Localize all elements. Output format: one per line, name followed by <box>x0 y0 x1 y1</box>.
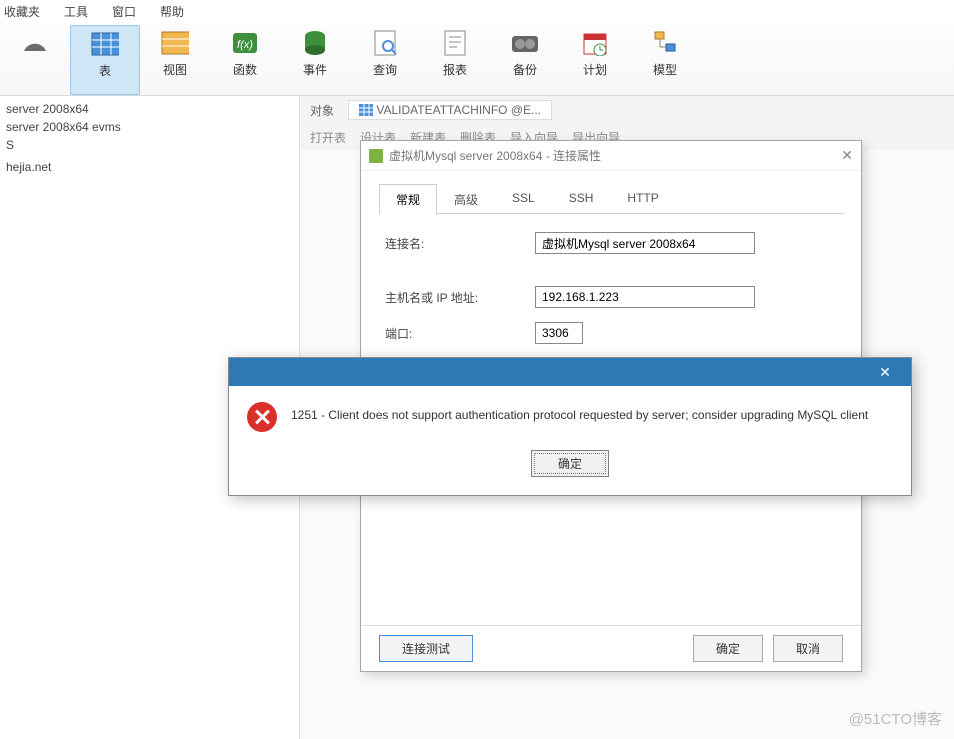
tool-event-label: 事件 <box>303 61 327 78</box>
error-close-icon[interactable]: ✕ <box>865 361 905 383</box>
schedule-icon <box>581 29 609 57</box>
error-body: 1251 - Client does not support authentic… <box>229 386 911 442</box>
action-open-table[interactable]: 打开表 <box>310 129 346 146</box>
table-icon <box>91 30 119 58</box>
tree-item[interactable]: S <box>6 136 293 154</box>
menu-bar: 收藏夹 工具 窗口 帮助 <box>0 0 954 22</box>
object-tab[interactable]: VALIDATEATTACHINFO @E... <box>348 100 552 120</box>
tool-schedule[interactable]: 计划 <box>560 25 630 95</box>
tool-view[interactable]: 视图 <box>140 25 210 95</box>
backup-icon <box>511 29 539 57</box>
cancel-button[interactable]: 取消 <box>773 635 843 662</box>
tool-backup[interactable]: 备份 <box>490 25 560 95</box>
tool-report-label: 报表 <box>443 61 467 78</box>
menu-window[interactable]: 窗口 <box>112 3 136 20</box>
ok-button[interactable]: 确定 <box>693 635 763 662</box>
tool-query-label: 查询 <box>373 61 397 78</box>
error-message: 1251 - Client does not support authentic… <box>291 402 868 424</box>
dialog-title: 虚拟机Mysql server 2008x64 - 连接属性 <box>389 147 601 164</box>
view-icon <box>161 29 189 57</box>
tab-ssh[interactable]: SSH <box>552 184 611 214</box>
tool-connection[interactable] <box>0 25 70 95</box>
tool-table-label: 表 <box>99 62 111 79</box>
conn-name-input[interactable] <box>535 232 755 254</box>
tab-advanced[interactable]: 高级 <box>437 184 495 214</box>
tab-ssl[interactable]: SSL <box>495 184 552 214</box>
tool-model-label: 模型 <box>653 61 677 78</box>
menu-help[interactable]: 帮助 <box>160 3 184 20</box>
tree-item[interactable]: server 2008x64 <box>6 100 293 118</box>
error-ok-button[interactable]: 确定 <box>531 450 609 477</box>
error-buttons: 确定 <box>229 442 911 495</box>
port-label: 端口: <box>385 325 535 342</box>
dialog-titlebar[interactable]: 虚拟机Mysql server 2008x64 - 连接属性 ✕ <box>361 141 861 171</box>
error-icon <box>247 402 277 432</box>
query-icon <box>371 29 399 57</box>
event-icon <box>301 29 329 57</box>
tool-schedule-label: 计划 <box>583 61 607 78</box>
connection-icon <box>21 29 49 57</box>
object-tab-label: VALIDATEATTACHINFO @E... <box>376 103 541 117</box>
main-toolbar: 表 视图 f(x) 函数 事件 查询 报表 备份 计划 模型 <box>0 22 954 96</box>
tool-model[interactable]: 模型 <box>630 25 700 95</box>
tree-item[interactable]: server 2008x64 evms <box>6 118 293 136</box>
navicat-icon <box>369 149 383 163</box>
tool-view-label: 视图 <box>163 61 187 78</box>
close-icon[interactable]: ✕ <box>841 147 853 164</box>
error-titlebar[interactable]: ✕ <box>229 358 911 386</box>
host-input[interactable] <box>535 286 755 308</box>
tool-table[interactable]: 表 <box>70 25 140 95</box>
tree-item[interactable]: hejia.net <box>6 158 293 176</box>
tool-event[interactable]: 事件 <box>280 25 350 95</box>
table-small-icon <box>359 104 373 116</box>
host-label: 主机名或 IP 地址: <box>385 289 535 306</box>
menu-favorites[interactable]: 收藏夹 <box>4 3 40 20</box>
tab-http[interactable]: HTTP <box>610 184 675 214</box>
model-icon <box>651 29 679 57</box>
object-tab-row: 对象 VALIDATEATTACHINFO @E... <box>300 96 954 125</box>
menu-tools[interactable]: 工具 <box>64 3 88 20</box>
tool-query[interactable]: 查询 <box>350 25 420 95</box>
tool-report[interactable]: 报表 <box>420 25 490 95</box>
tool-function[interactable]: f(x) 函数 <box>210 25 280 95</box>
object-label[interactable]: 对象 <box>310 102 334 119</box>
conn-name-label: 连接名: <box>385 235 535 252</box>
svg-text:f(x): f(x) <box>237 39 253 51</box>
test-connection-button[interactable]: 连接测试 <box>379 635 473 662</box>
watermark: @51CTO博客 <box>849 708 942 729</box>
tool-backup-label: 备份 <box>513 61 537 78</box>
port-input[interactable] <box>535 322 583 344</box>
report-icon <box>441 29 469 57</box>
function-icon: f(x) <box>231 29 259 57</box>
error-dialog: ✕ 1251 - Client does not support authent… <box>228 357 912 496</box>
dialog-tabs: 常规 高级 SSL SSH HTTP <box>379 183 843 214</box>
tool-function-label: 函数 <box>233 61 257 78</box>
tab-general[interactable]: 常规 <box>379 184 437 214</box>
dialog-footer: 连接测试 确定 取消 <box>361 625 861 671</box>
